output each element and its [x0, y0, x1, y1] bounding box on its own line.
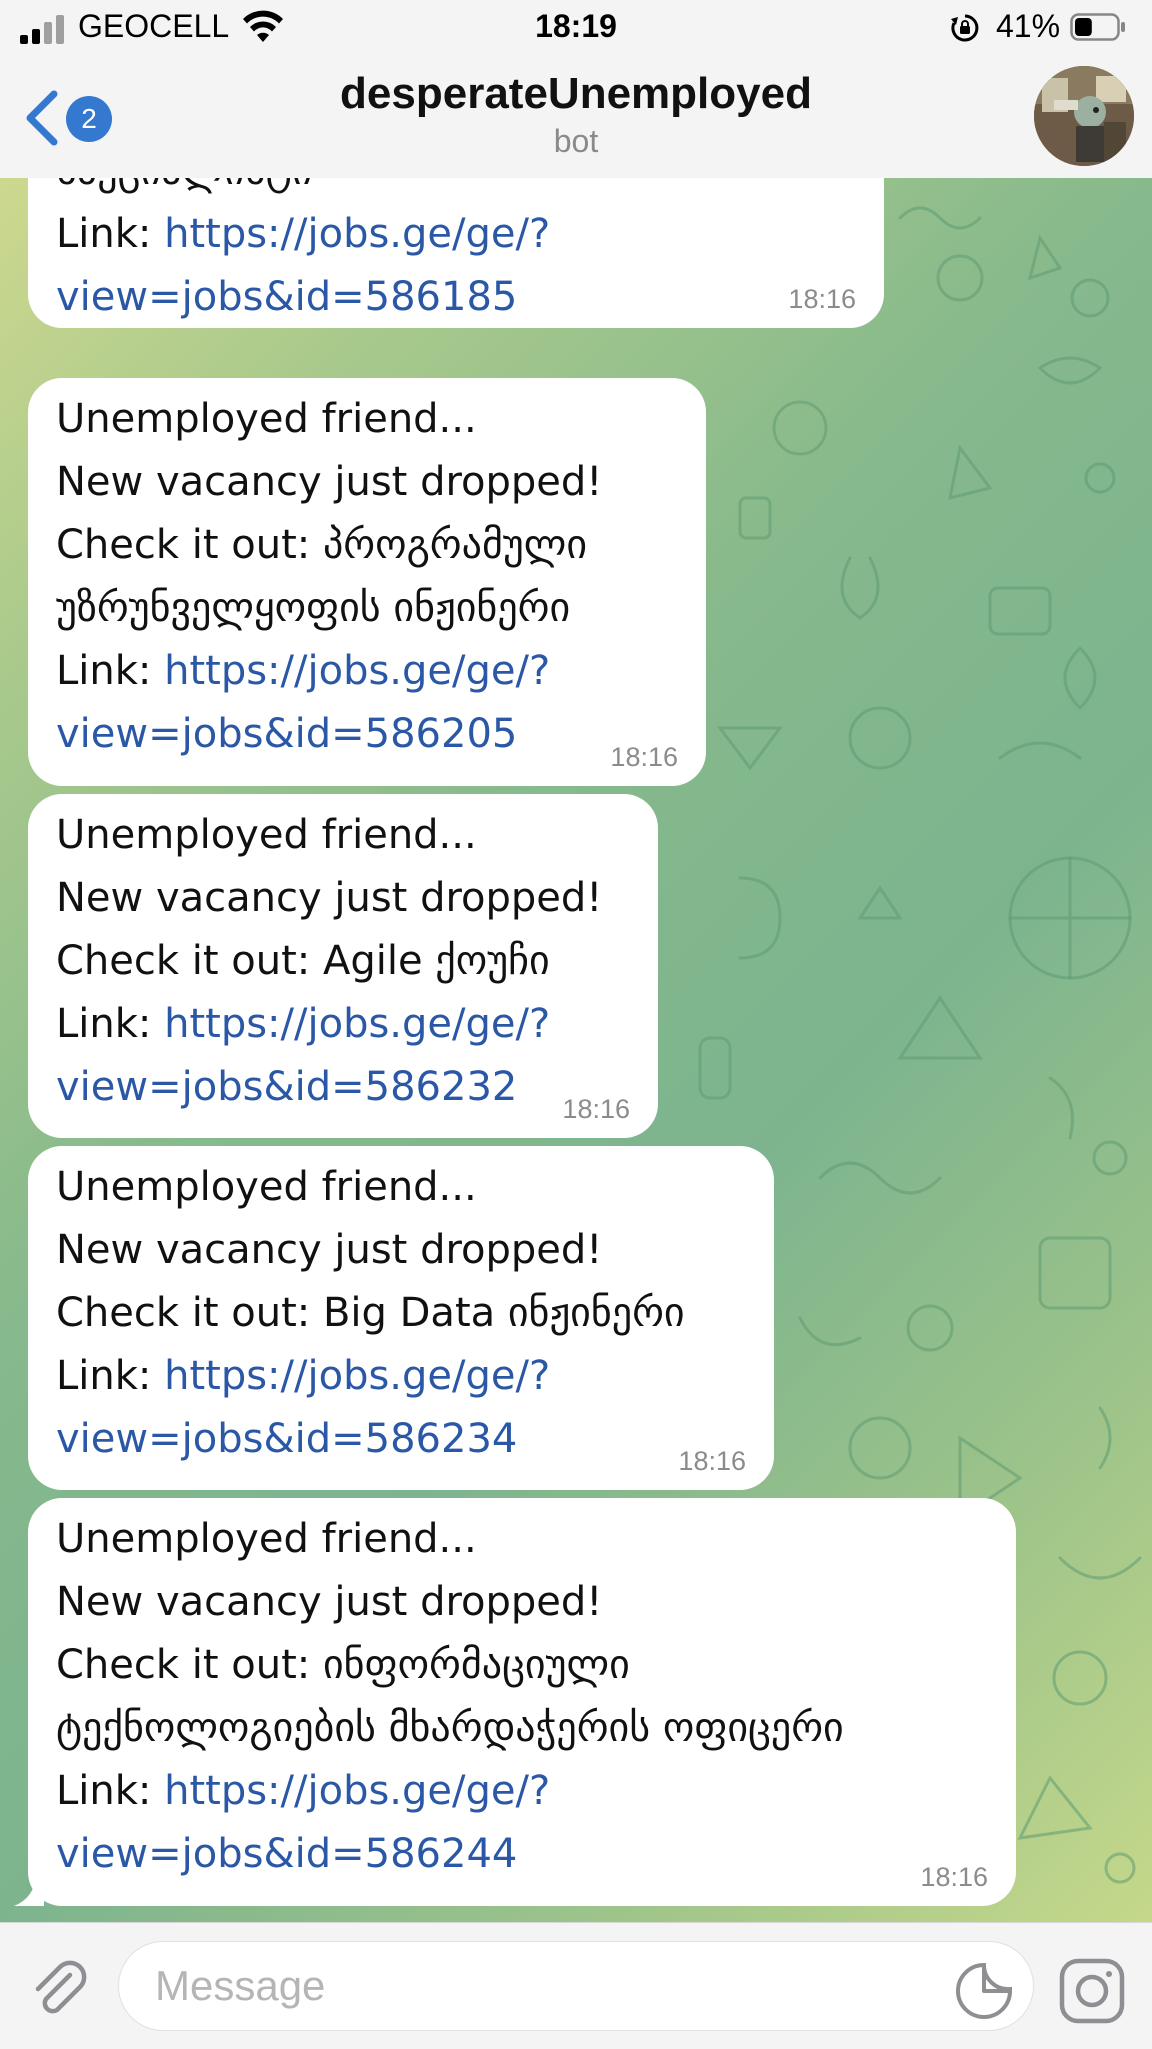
sticker-icon[interactable] [954, 1961, 1014, 2021]
message-link-line: Link: https://jobs.ge/ge/? [56, 1760, 988, 1823]
link-prefix: Link: [56, 1001, 165, 1047]
message-text-line: Check it out: ინფორმაციული [56, 1642, 630, 1688]
rotation-lock-icon [951, 14, 979, 42]
message-link-line: view=jobs&id=586232 [56, 1056, 630, 1119]
avatar[interactable] [1034, 66, 1134, 166]
message-text-line: Unemployed friend... [56, 1516, 477, 1562]
message-text-line: Check it out: Big Data ინჟინერი [56, 1290, 685, 1336]
unread-count-badge[interactable]: 2 [66, 96, 112, 142]
message-link-line: view=jobs&id=586185 [56, 266, 856, 329]
message-text-line: Check it out: Agile ქოუჩი [56, 938, 550, 984]
message-time: 18:16 [562, 1094, 630, 1124]
message-link[interactable]: view=jobs&id=586234 [56, 1416, 517, 1462]
message-text-line: New vacancy just dropped! [56, 875, 603, 921]
bubble-tail [14, 1876, 44, 1906]
message-link-line: Link: https://jobs.ge/ge/? [56, 640, 678, 703]
message-text-line: ტექნოლოგიების მხარდაჭერის ოფიცერი [56, 1705, 844, 1751]
paperclip-icon[interactable] [26, 1957, 92, 2023]
battery-percent: 41% [996, 8, 1061, 44]
message-text-line: Unemployed friend... [56, 1164, 477, 1210]
message-link-line: Link: https://jobs.ge/ge/? [56, 1345, 746, 1408]
message-link[interactable]: https://jobs.ge/ge/? [164, 1353, 550, 1399]
message-text-line: Unemployed friend... [56, 396, 477, 442]
message-link[interactable]: https://jobs.ge/ge/? [164, 1001, 550, 1047]
message-link[interactable]: view=jobs&id=586185 [56, 274, 517, 320]
message-link-line: view=jobs&id=586244 [56, 1823, 988, 1886]
message-text-line: უზრუნველყოფის ინჟინერი [56, 585, 571, 631]
message-link[interactable]: view=jobs&id=586244 [56, 1831, 517, 1877]
chat-title-area[interactable]: desperateUnemployed bot [200, 68, 952, 160]
chat-title[interactable]: desperateUnemployed [200, 68, 952, 121]
camera-icon[interactable] [1058, 1957, 1126, 2025]
message-link-line: view=jobs&id=586234 [56, 1408, 746, 1471]
message-bubble[interactable]: Unemployed friend... New vacancy just dr… [28, 378, 706, 786]
chat-header: 2 desperateUnemployed bot [0, 58, 1152, 179]
message-text-line: Unemployed friend... [56, 812, 477, 858]
message-link-line: view=jobs&id=586205 [56, 703, 678, 766]
message-time: 18:16 [610, 742, 678, 772]
message-time: 18:16 [920, 1862, 988, 1892]
link-prefix: Link: [56, 648, 165, 694]
message-text-line: New vacancy just dropped! [56, 1579, 603, 1625]
battery-icon [1070, 13, 1125, 41]
message-list[interactable]: სპეციალისტი Link: https://jobs.ge/ge/? v… [0, 178, 1152, 1922]
link-prefix: Link: [56, 211, 165, 257]
message-link-line: Link: https://jobs.ge/ge/? [56, 993, 630, 1056]
chevron-left-icon[interactable] [22, 90, 62, 146]
message-link[interactable]: view=jobs&id=586205 [56, 711, 517, 757]
chat-subtitle: bot [553, 122, 599, 159]
message-text-line: New vacancy just dropped! [56, 459, 603, 505]
message-time: 18:16 [678, 1446, 746, 1476]
message-link[interactable]: https://jobs.ge/ge/? [164, 648, 550, 694]
message-link[interactable]: https://jobs.ge/ge/? [164, 211, 550, 257]
link-prefix: Link: [56, 1768, 165, 1814]
link-prefix: Link: [56, 1353, 165, 1399]
message-link[interactable]: view=jobs&id=586232 [56, 1064, 517, 1110]
status-bar: GEOCELL 18:19 41% [0, 0, 1152, 58]
message-link[interactable]: https://jobs.ge/ge/? [164, 1768, 550, 1814]
message-bubble[interactable]: Unemployed friend... New vacancy just dr… [28, 1498, 1016, 1906]
back-button[interactable]: 2 [18, 88, 138, 148]
message-time: 18:16 [788, 284, 856, 314]
message-input-bar: Message [0, 1922, 1152, 2049]
message-text-line: New vacancy just dropped! [56, 1227, 603, 1273]
message-text-line: სპეციალისტი [56, 178, 856, 203]
avatar-image [1034, 66, 1134, 166]
message-link-line: Link: https://jobs.ge/ge/? [56, 203, 856, 266]
message-input[interactable]: Message [118, 1941, 1034, 2031]
message-bubble[interactable]: Unemployed friend... New vacancy just dr… [28, 1146, 774, 1490]
message-bubble[interactable]: სპეციალისტი Link: https://jobs.ge/ge/? v… [28, 178, 884, 328]
message-bubble[interactable]: Unemployed friend... New vacancy just dr… [28, 794, 658, 1138]
message-text-line: Check it out: პროგრამული [56, 522, 588, 568]
